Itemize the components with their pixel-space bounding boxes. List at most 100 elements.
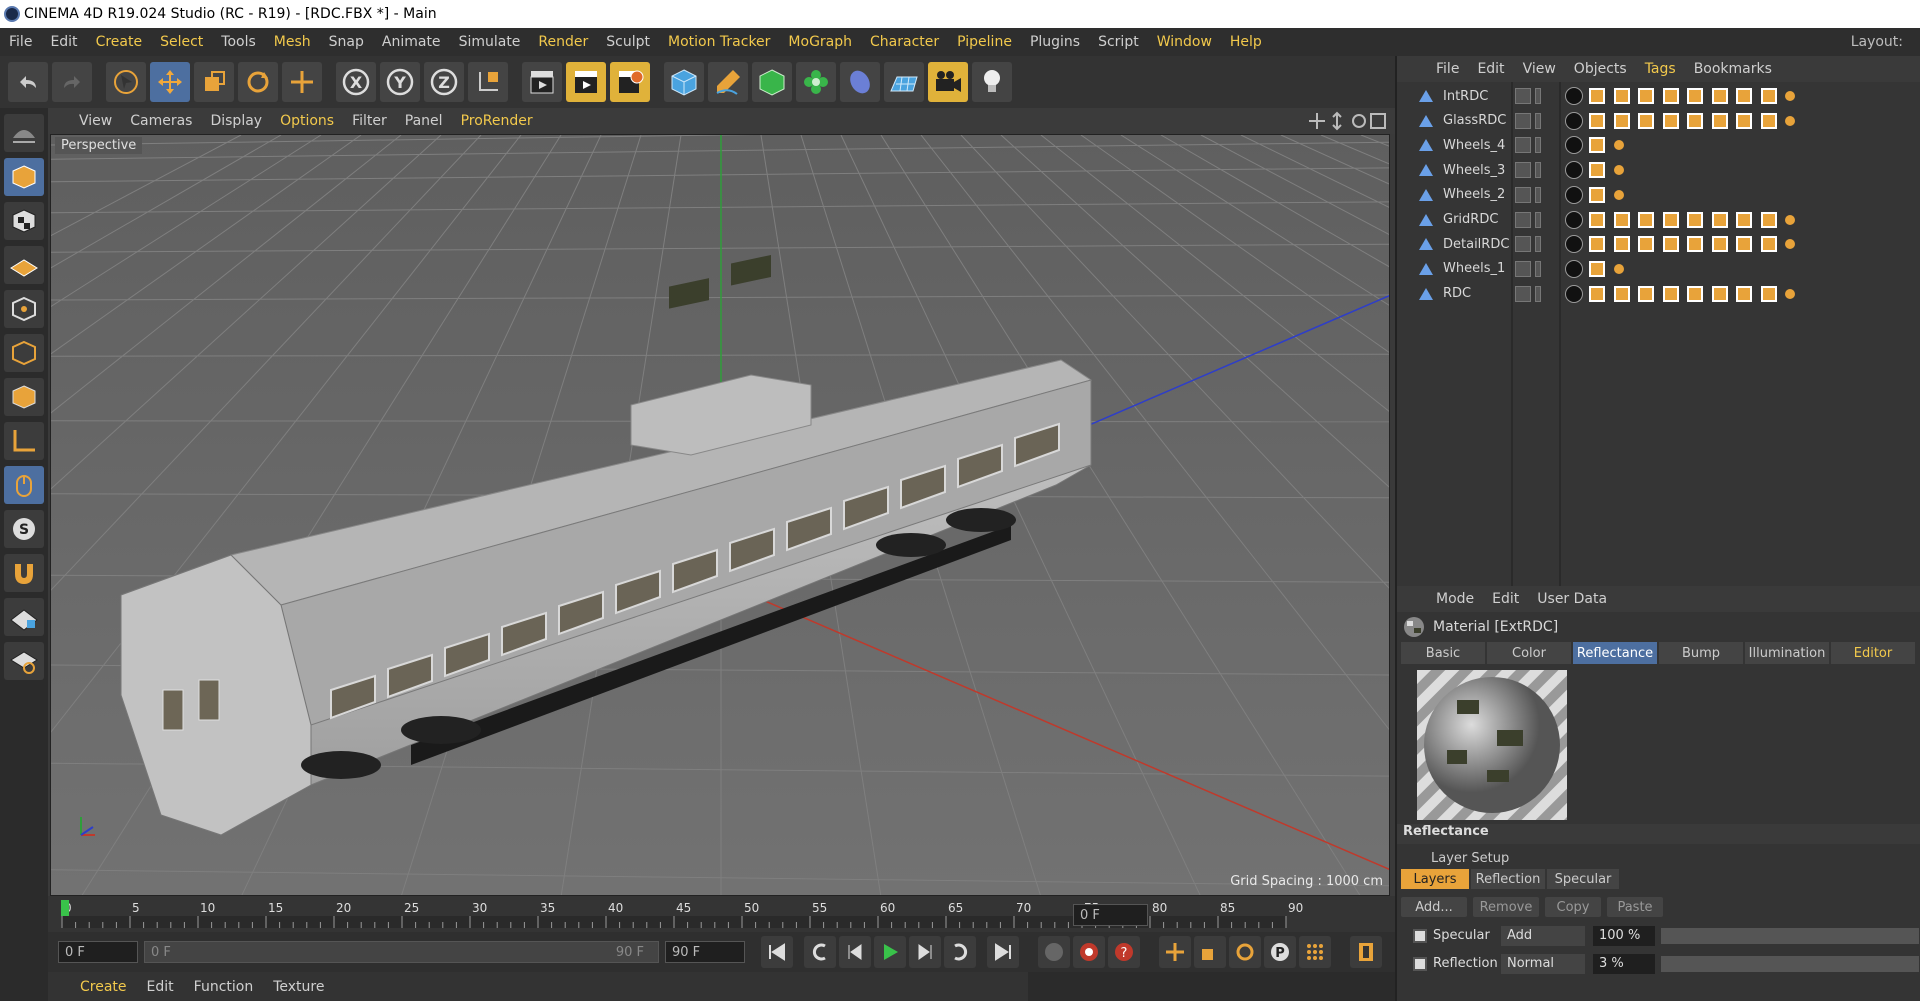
phong-tag-icon[interactable] xyxy=(1565,185,1583,204)
om-menu-tags[interactable]: Tags xyxy=(1636,61,1685,77)
previous-key-button[interactable] xyxy=(804,936,836,968)
workplane-lock-button[interactable] xyxy=(4,598,44,636)
render-to-picture-viewer-button[interactable] xyxy=(566,62,606,102)
uvw-tag-icon[interactable] xyxy=(1785,214,1795,225)
scale-key-button[interactable] xyxy=(1194,936,1226,968)
material-tag-icon[interactable] xyxy=(1589,186,1605,203)
material-tag-icon[interactable] xyxy=(1760,112,1777,129)
phong-tag-icon[interactable] xyxy=(1565,111,1583,130)
menu-plugins[interactable]: Plugins xyxy=(1021,34,1089,50)
material-preview-sphere[interactable] xyxy=(1417,670,1567,820)
visibility-toggle[interactable] xyxy=(1515,236,1531,253)
uvw-tag-icon[interactable] xyxy=(1613,263,1624,274)
material-tag-icon[interactable] xyxy=(1760,236,1777,253)
viewport-menu-options[interactable]: Options xyxy=(271,113,343,129)
material-tag-icon[interactable] xyxy=(1662,236,1679,253)
uvw-tag-icon[interactable] xyxy=(1613,140,1624,151)
tab-editor[interactable]: Editor xyxy=(1831,642,1915,664)
remove-layer-button[interactable]: Remove xyxy=(1473,897,1539,917)
phong-tag-icon[interactable] xyxy=(1565,235,1583,254)
go-to-start-button[interactable] xyxy=(761,936,793,968)
render-toggle[interactable] xyxy=(1535,211,1541,228)
go-to-end-button[interactable] xyxy=(987,936,1019,968)
visibility-toggle[interactable] xyxy=(1515,88,1531,104)
material-tag-icon[interactable] xyxy=(1662,285,1679,302)
material-tag-icon[interactable] xyxy=(1589,260,1605,277)
uvw-tag-icon[interactable] xyxy=(1785,239,1795,250)
menu-window[interactable]: Window xyxy=(1148,34,1221,50)
x-axis-button[interactable]: X xyxy=(336,62,376,102)
timeline-ruler[interactable]: 051015202530354045505560657075808590 0 F xyxy=(48,896,1395,932)
object-name[interactable]: Wheels_3 xyxy=(1443,163,1505,178)
material-menu-function[interactable]: Function xyxy=(184,979,264,995)
coordinate-system-button[interactable] xyxy=(468,62,508,102)
frame-range-slider[interactable]: 0 F 90 F xyxy=(144,941,659,963)
object-name[interactable]: IntRDC xyxy=(1443,89,1488,104)
material-tag-icon[interactable] xyxy=(1736,211,1752,228)
phong-tag-icon[interactable] xyxy=(1565,136,1583,155)
object-name[interactable]: Wheels_4 xyxy=(1443,138,1505,153)
viewport-menu-cameras[interactable]: Cameras xyxy=(121,113,201,129)
layer-visibility-checkbox[interactable] xyxy=(1413,929,1427,943)
material-tag-icon[interactable] xyxy=(1589,285,1605,302)
layer-strength-field[interactable]: 100 % xyxy=(1593,926,1655,946)
autokey-button[interactable] xyxy=(1073,936,1105,968)
workplane-mode-button[interactable] xyxy=(4,246,44,284)
menu-sculpt[interactable]: Sculpt xyxy=(597,34,659,50)
playhead[interactable] xyxy=(61,900,69,916)
tab-basic[interactable]: Basic xyxy=(1401,642,1485,664)
floor-button[interactable] xyxy=(884,62,924,102)
object-name[interactable]: DetailRDC xyxy=(1443,237,1509,252)
edges-mode-button[interactable] xyxy=(4,334,44,372)
menu-edit[interactable]: Edit xyxy=(41,34,86,50)
render-toggle[interactable] xyxy=(1535,236,1541,253)
object-row[interactable]: IntRDC xyxy=(1397,84,1920,108)
tweak-mode-button[interactable] xyxy=(4,466,44,504)
layout-label[interactable]: Layout: xyxy=(1842,34,1912,50)
move-tool-button[interactable] xyxy=(150,62,190,102)
visibility-toggle[interactable] xyxy=(1515,285,1531,302)
layer-strength-field[interactable]: 3 % xyxy=(1593,954,1655,974)
menu-tools[interactable]: Tools xyxy=(212,34,265,50)
visibility-toggle[interactable] xyxy=(1515,186,1531,203)
layer-visibility-checkbox[interactable] xyxy=(1413,957,1427,971)
material-tag-icon[interactable] xyxy=(1589,236,1605,253)
visibility-toggle[interactable] xyxy=(1515,211,1531,228)
material-tag-icon[interactable] xyxy=(1736,88,1752,104)
material-tag-icon[interactable] xyxy=(1638,112,1654,129)
material-tag-icon[interactable] xyxy=(1687,211,1703,228)
render-toggle[interactable] xyxy=(1535,137,1541,154)
am-menu-edit[interactable]: Edit xyxy=(1483,591,1528,607)
z-axis-button[interactable]: Z xyxy=(424,62,464,102)
viewport-menu-display[interactable]: Display xyxy=(201,113,271,129)
menu-mograph[interactable]: MoGraph xyxy=(779,34,861,50)
layer-strength-slider[interactable] xyxy=(1661,956,1919,972)
material-menu-texture[interactable]: Texture xyxy=(263,979,334,995)
menu-file[interactable]: File xyxy=(0,34,41,50)
axis-mode-button[interactable] xyxy=(4,422,44,460)
points-mode-button[interactable] xyxy=(4,290,44,328)
tab-reflectance[interactable]: Reflectance xyxy=(1573,642,1657,664)
point-level-key-button[interactable] xyxy=(1299,936,1331,968)
object-name[interactable]: GridRDC xyxy=(1443,212,1498,227)
object-name[interactable]: Wheels_1 xyxy=(1443,261,1505,276)
render-toggle[interactable] xyxy=(1535,285,1541,302)
layer-tab-reflection[interactable]: Reflection xyxy=(1471,869,1545,889)
copy-layer-button[interactable]: Copy xyxy=(1545,897,1601,917)
uvw-tag-icon[interactable] xyxy=(1785,91,1795,101)
next-key-button[interactable] xyxy=(944,936,976,968)
object-row[interactable]: Wheels_1 xyxy=(1397,257,1920,281)
redo-button[interactable] xyxy=(52,62,92,102)
render-settings-button[interactable] xyxy=(610,62,650,102)
phong-tag-icon[interactable] xyxy=(1565,210,1583,229)
material-tag-icon[interactable] xyxy=(1589,162,1605,179)
viewport-menu-panel[interactable]: Panel xyxy=(396,113,452,129)
add-layer-button[interactable]: Add... xyxy=(1401,897,1467,917)
object-row[interactable]: GlassRDC xyxy=(1397,109,1920,133)
object-row[interactable]: DetailRDC xyxy=(1397,232,1920,256)
start-frame-field[interactable]: 0 F xyxy=(58,941,138,963)
material-menu-create[interactable]: Create xyxy=(70,979,137,995)
uvw-tag-icon[interactable] xyxy=(1613,165,1624,176)
material-tag-icon[interactable] xyxy=(1638,211,1654,228)
object-name[interactable]: Wheels_2 xyxy=(1443,187,1505,202)
